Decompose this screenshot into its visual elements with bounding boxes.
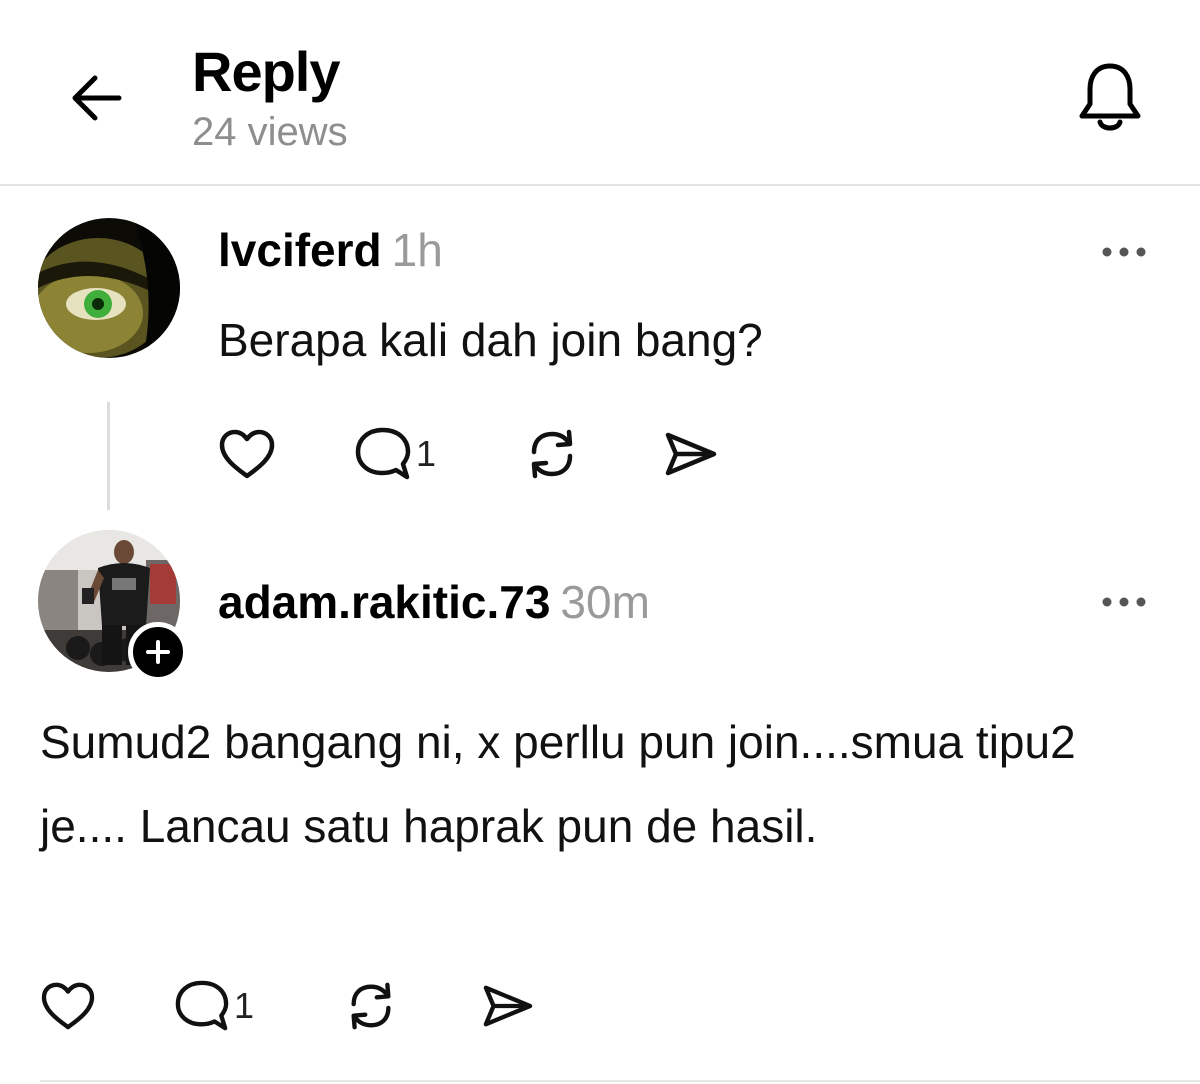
repost-icon bbox=[351, 982, 391, 1030]
title-block: Reply 24 views bbox=[192, 38, 348, 158]
notifications-button[interactable] bbox=[1072, 56, 1148, 140]
bell-icon bbox=[1079, 63, 1141, 131]
share-button[interactable] bbox=[480, 982, 540, 1030]
send-icon bbox=[483, 985, 533, 1027]
heart-icon bbox=[219, 429, 275, 479]
avatar[interactable] bbox=[38, 218, 180, 358]
view-count: 24 views bbox=[192, 110, 348, 154]
divider bbox=[40, 1080, 1200, 1082]
timestamp: 30m bbox=[560, 576, 650, 628]
plus-icon bbox=[146, 640, 170, 664]
post-text: Sumud2 bangang ni, x perllu pun join....… bbox=[40, 716, 1076, 852]
ellipsis-icon bbox=[1102, 247, 1146, 257]
reply-count: 1 bbox=[234, 985, 255, 1026]
post-author[interactable]: adam.rakitic.73 30m bbox=[218, 574, 650, 630]
more-options-button[interactable] bbox=[1094, 582, 1154, 622]
share-button[interactable] bbox=[662, 429, 722, 479]
back-button[interactable] bbox=[62, 68, 128, 128]
username[interactable]: lvciferd bbox=[218, 224, 382, 276]
heart-icon bbox=[41, 982, 95, 1030]
post-text: Berapa kali dah join bang? bbox=[218, 314, 763, 366]
comment-icon bbox=[175, 980, 229, 1031]
reply-button[interactable]: 1 bbox=[354, 426, 524, 482]
follow-button[interactable] bbox=[128, 622, 188, 682]
action-bar: 1 bbox=[218, 424, 722, 484]
arrow-left-icon bbox=[72, 75, 122, 121]
comment-icon bbox=[355, 427, 411, 480]
action-bar: 1 bbox=[40, 976, 540, 1036]
reply-count: 1 bbox=[416, 433, 437, 474]
thread-line bbox=[107, 402, 110, 510]
send-icon bbox=[665, 432, 717, 476]
username[interactable]: adam.rakitic.73 bbox=[218, 576, 550, 628]
top-bar: Reply 24 views bbox=[0, 0, 1200, 186]
more-options-button[interactable] bbox=[1094, 232, 1154, 272]
timestamp: 1h bbox=[391, 224, 443, 276]
page-title: Reply bbox=[192, 40, 340, 103]
repost-icon bbox=[531, 429, 573, 479]
like-button[interactable] bbox=[218, 428, 354, 480]
reply-button[interactable]: 1 bbox=[174, 979, 344, 1033]
repost-button[interactable] bbox=[344, 979, 480, 1033]
post-author[interactable]: lvciferd 1h bbox=[218, 222, 443, 278]
repost-button[interactable] bbox=[524, 426, 662, 482]
ellipsis-icon bbox=[1102, 597, 1146, 607]
like-button[interactable] bbox=[40, 981, 174, 1031]
